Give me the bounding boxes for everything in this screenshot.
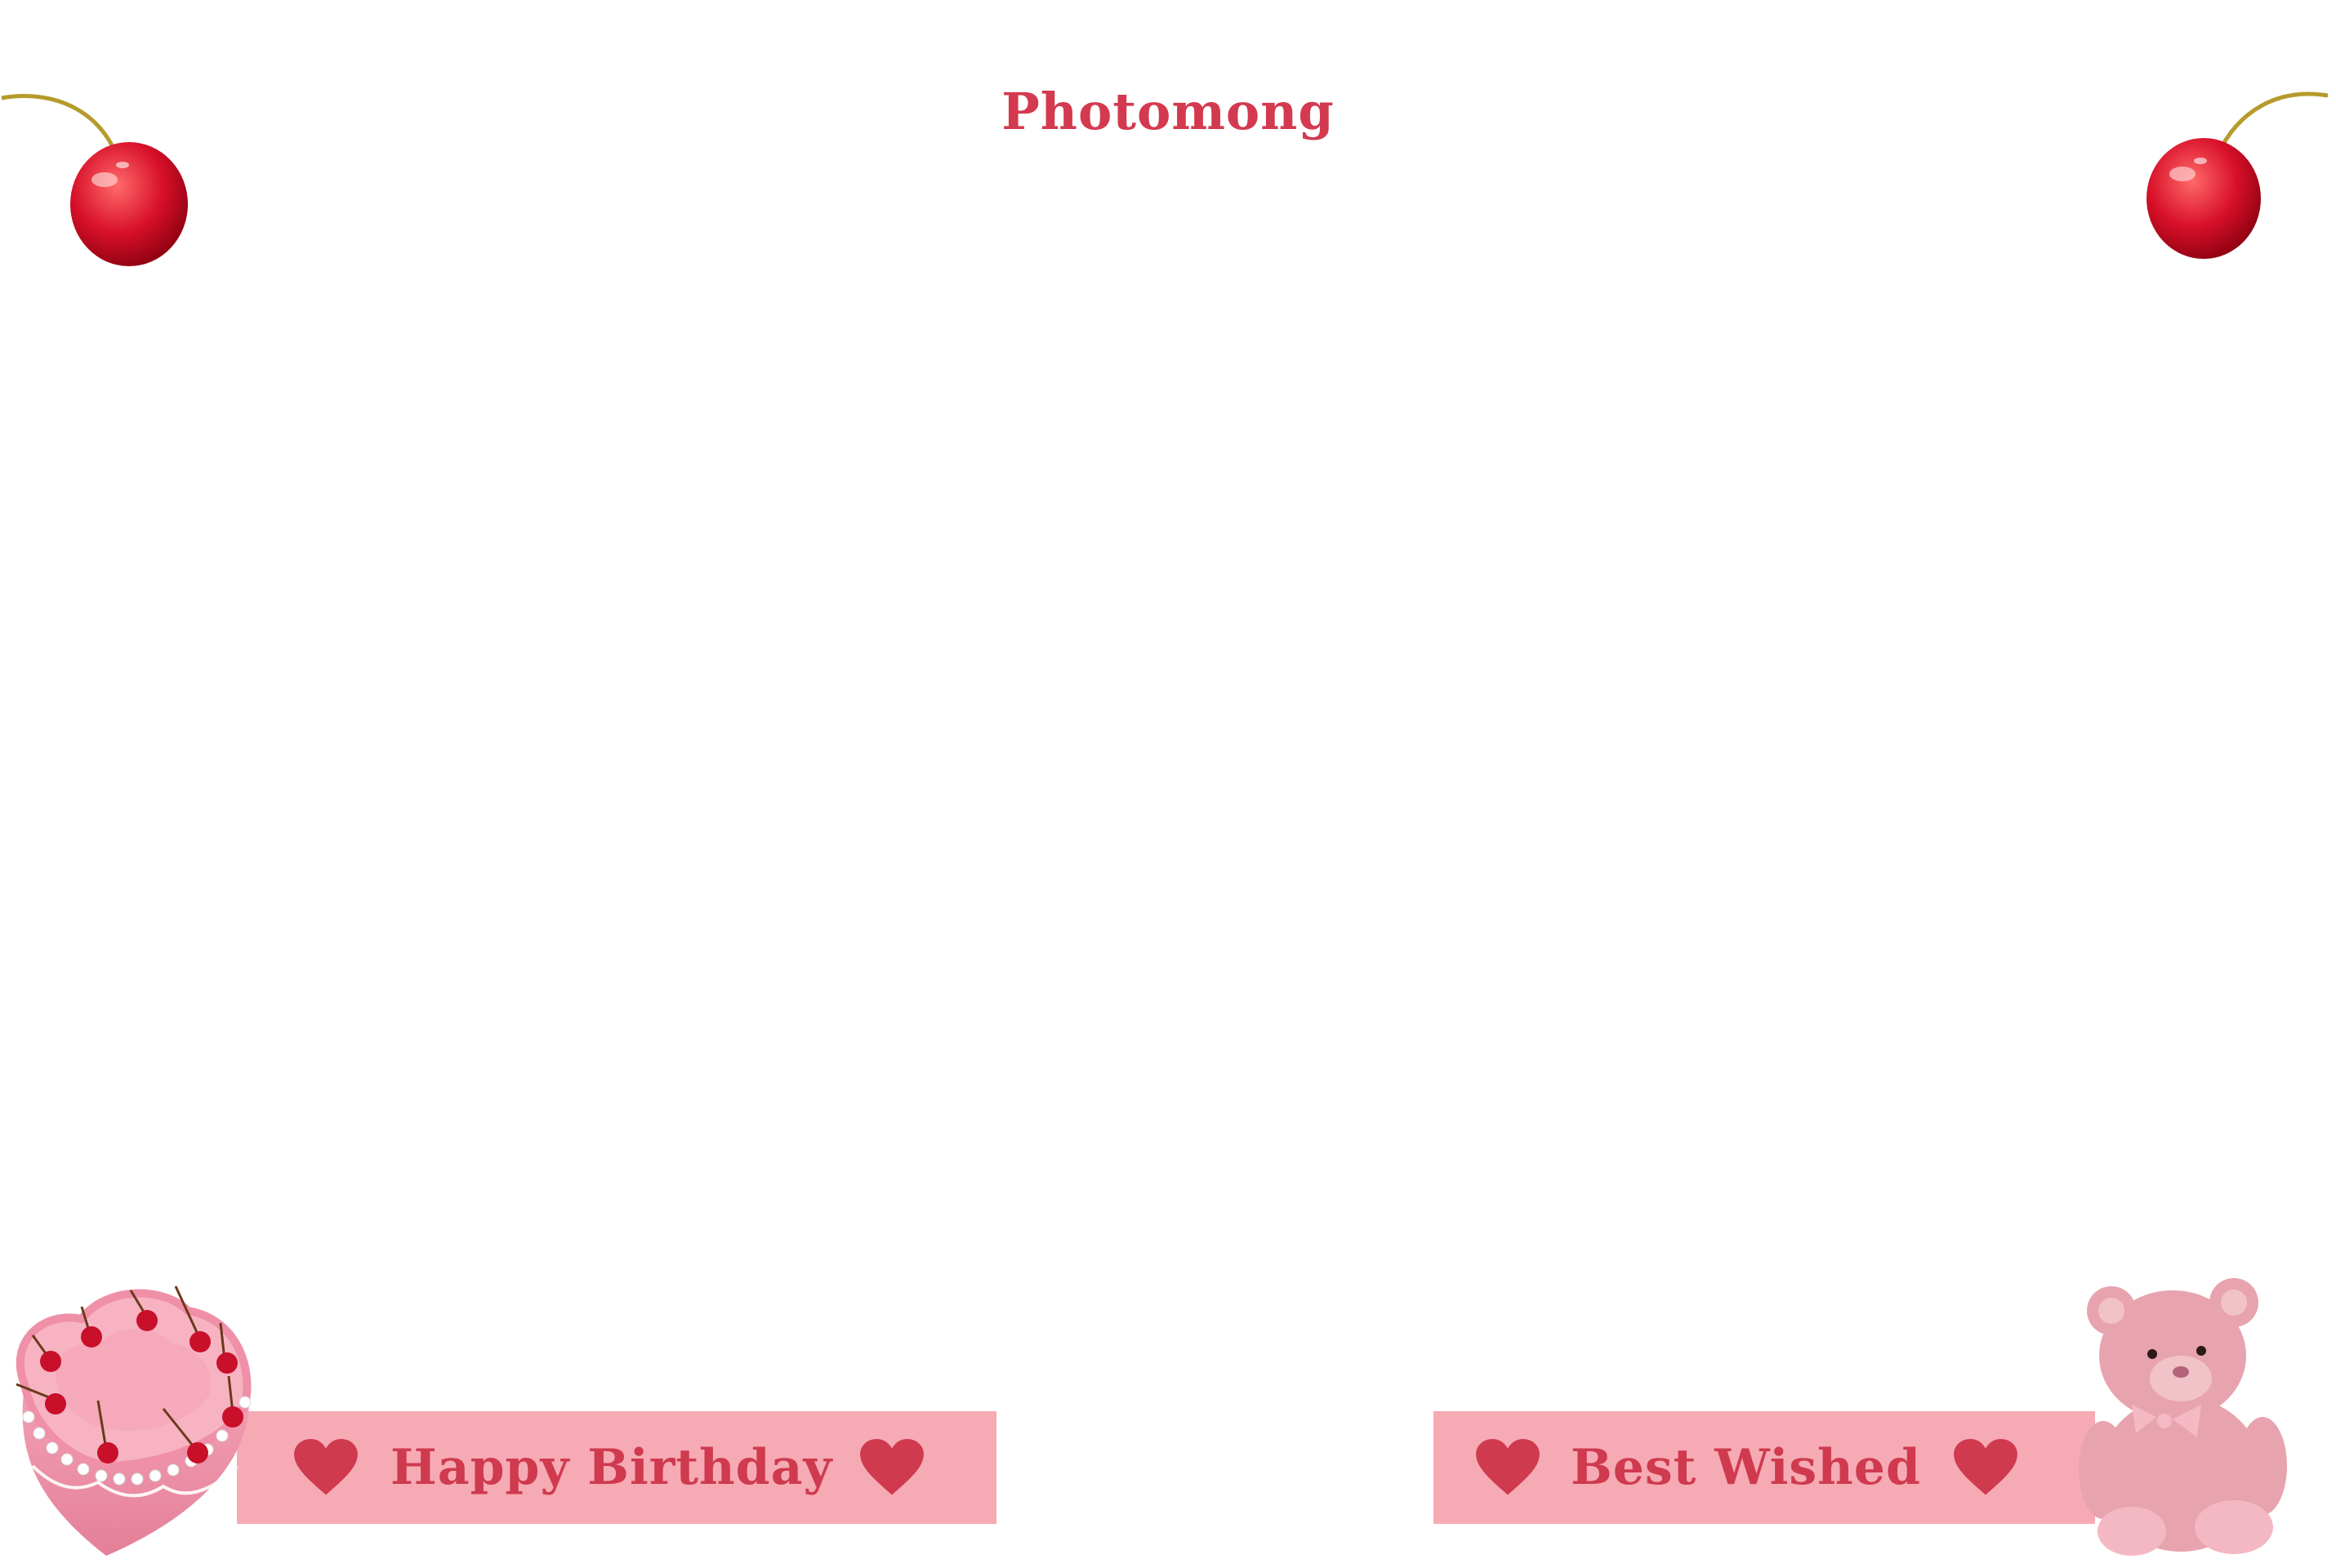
cherry-icon	[1, 94, 188, 266]
happy-birthday-banner: Happy Birthday	[237, 1411, 996, 1524]
best-wished-banner: Best Wished	[1433, 1411, 2095, 1524]
heart-icon	[1954, 1439, 2017, 1495]
heart-cake-icon	[16, 1285, 252, 1556]
teddy-bear-icon	[2079, 1278, 2287, 1556]
heart-icon	[294, 1439, 358, 1495]
heart-icon	[1476, 1439, 1540, 1495]
page-title: Photomong	[1001, 82, 1335, 141]
cherry-icon	[2147, 91, 2329, 259]
banner-text: Happy Birthday	[390, 1439, 833, 1496]
heart-icon	[860, 1439, 925, 1495]
banner-text: Best Wished	[1571, 1439, 1921, 1496]
